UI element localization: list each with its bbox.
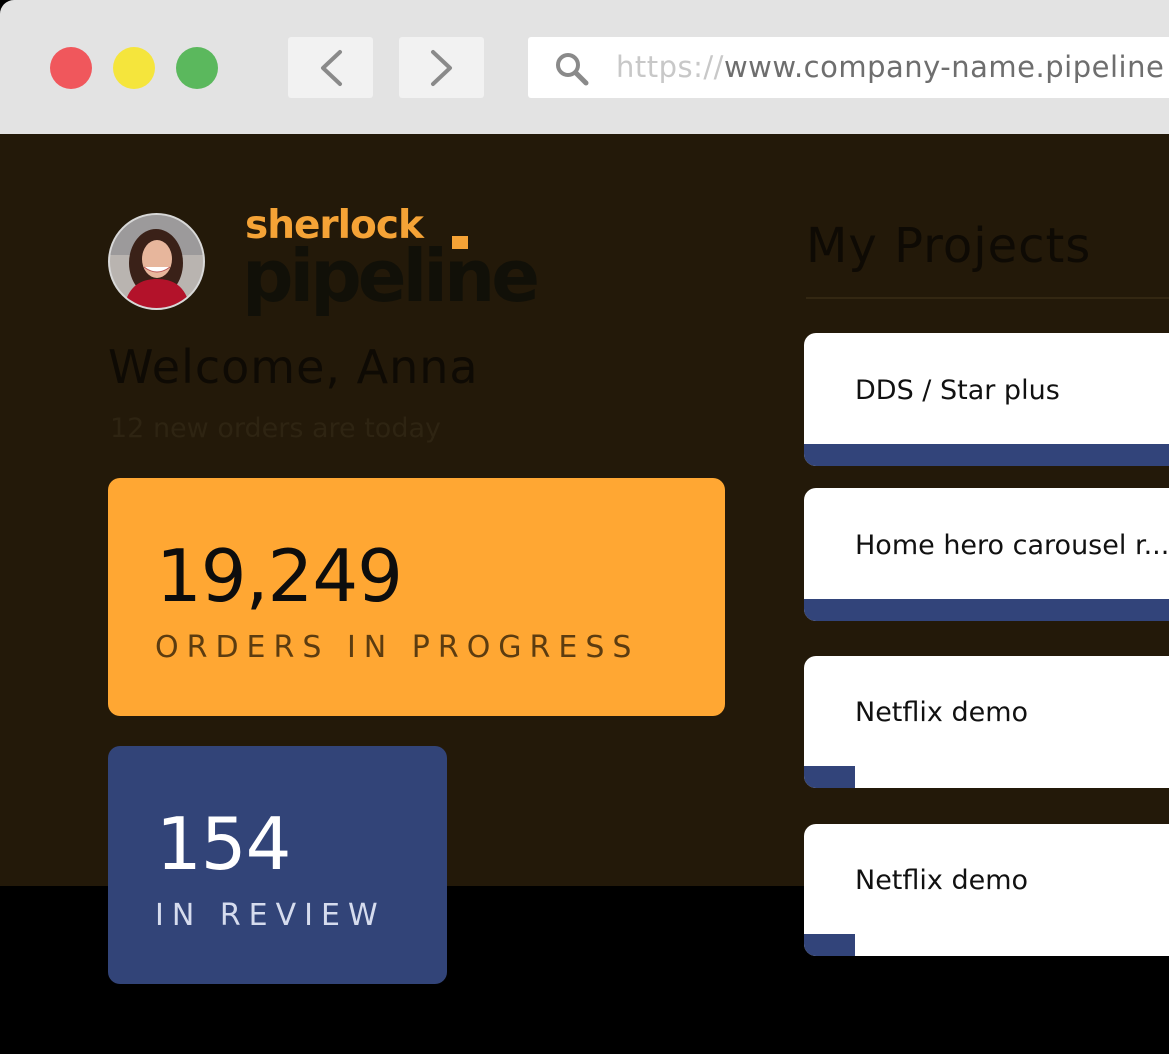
project-name: Netflix demo (855, 865, 1029, 896)
minimize-window-button[interactable] (113, 47, 155, 89)
maximize-window-button[interactable] (176, 47, 218, 89)
avatar[interactable] (108, 213, 205, 310)
in-review-card[interactable]: 154 IN REVIEW (108, 746, 447, 984)
chevron-left-icon (320, 49, 342, 86)
orders-label: ORDERS IN PROGRESS (155, 630, 640, 665)
orders-count: 19,249 (156, 534, 403, 618)
logo-square-mark (452, 236, 468, 249)
browser-toolbar: https://www.company-name.pipeline (0, 0, 1169, 134)
review-count: 154 (156, 802, 291, 886)
welcome-heading: Welcome, Anna (108, 340, 479, 394)
project-progress-bar (804, 444, 1169, 466)
project-name: Netflix demo (855, 697, 1029, 728)
project-progress-bar (804, 599, 1169, 621)
project-name: Home hero carousel r... (855, 530, 1169, 561)
user-photo-icon (110, 215, 203, 308)
forward-button[interactable] (399, 37, 484, 98)
welcome-subline: 12 new orders are today (110, 413, 441, 444)
review-label: IN REVIEW (155, 898, 386, 933)
address-bar[interactable]: https://www.company-name.pipeline (528, 37, 1169, 98)
project-progress-fill (804, 766, 856, 788)
project-progress-fill (804, 444, 1169, 466)
url-host: www.company-name.pipeline (723, 50, 1165, 84)
project-card[interactable]: DDS / Star plus (804, 333, 1169, 466)
project-card[interactable]: Netflix demo (804, 824, 1169, 956)
url-scheme: https:// (616, 50, 724, 84)
orders-in-progress-card[interactable]: 19,249 ORDERS IN PROGRESS (108, 478, 725, 716)
project-progress-fill (804, 599, 1169, 621)
project-card[interactable]: Home hero carousel r... (804, 488, 1169, 621)
chevron-right-icon (430, 49, 452, 86)
logo-wordmark-sherlock: sherlock (245, 203, 424, 248)
url-text[interactable]: https://www.company-name.pipeline (616, 37, 1164, 98)
close-window-button[interactable] (50, 47, 92, 89)
search-icon (556, 53, 589, 86)
project-progress-bar (804, 934, 1169, 956)
back-button[interactable] (288, 37, 373, 98)
project-name: DDS / Star plus (855, 375, 1060, 406)
project-card[interactable]: Netflix demo (804, 656, 1169, 788)
project-progress-bar (804, 766, 1169, 788)
project-progress-fill (804, 934, 856, 956)
projects-heading: My Projects (806, 218, 1092, 274)
projects-divider (806, 297, 1169, 299)
